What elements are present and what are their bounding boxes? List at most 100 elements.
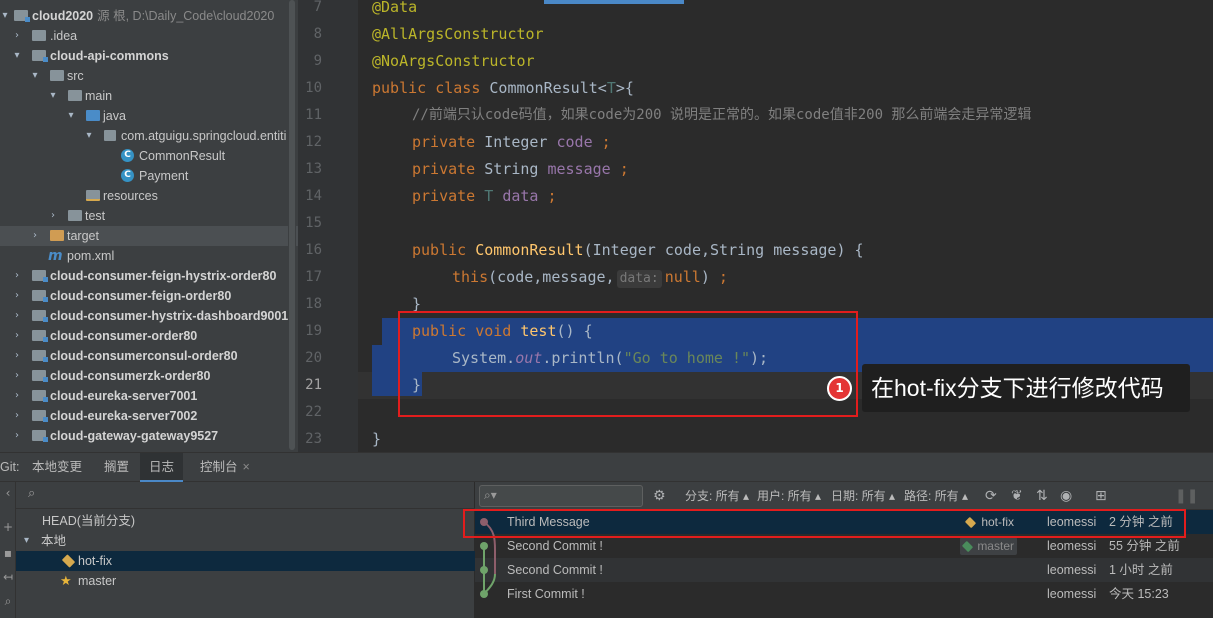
folder-icon (50, 70, 64, 81)
tree-item-module[interactable]: › cloud-consumerzk-order80 (0, 366, 298, 386)
branch-item-master[interactable]: ★ master (16, 571, 475, 591)
module-folder-icon (14, 10, 30, 22)
search-icon[interactable]: ⌕ (2, 594, 14, 609)
class-icon: C (121, 149, 134, 162)
search-icon: ⌕ (28, 486, 36, 501)
tab-console[interactable]: 控制台 × (200, 453, 250, 482)
left-tool-strip: ‹ + ▪ ↤ ⌕ (0, 482, 16, 618)
class-icon: C (121, 169, 134, 182)
eye-icon[interactable]: ◉ (1060, 482, 1072, 510)
tree-root-cloud2020[interactable]: ▾ cloud2020 源 根, D:\Daily_Code\cloud2020 (0, 6, 298, 26)
tree-item-java[interactable]: ▾ java (0, 106, 298, 126)
resources-folder-icon (86, 190, 100, 201)
tag-icon (962, 540, 974, 553)
commit-row[interactable]: Second Commit ! leomessi 1 小时 之前 (475, 558, 1213, 582)
code-line-8: @AllArgsConstructor (372, 25, 544, 43)
code-line-10: public class CommonResult<T>{ (372, 79, 634, 97)
module-folder-icon (32, 50, 48, 62)
git-log-panel: ⌕▾ ⚙ 分支: 所有 ▴ 用户: 所有 ▴ 日期: 所有 ▴ 路径: 所有 ▴… (475, 482, 1213, 618)
log-toolbar: ⌕▾ ⚙ 分支: 所有 ▴ 用户: 所有 ▴ 日期: 所有 ▴ 路径: 所有 ▴… (475, 482, 1213, 510)
module-folder-icon (32, 370, 48, 382)
highlight-box-code (398, 311, 858, 417)
log-search-input[interactable]: ⌕▾ (479, 485, 643, 507)
editor-gutter: 7 8 9 10 11 12 13 14 15 16 17 18 19 20 2… (298, 0, 370, 452)
tree-item-module[interactable]: › cloud-consumer-feign-order80 (0, 286, 298, 306)
commit-row[interactable]: First Commit ! leomessi 今天 15:23 (475, 582, 1213, 606)
chevron-left-icon[interactable]: ‹ (2, 486, 14, 500)
folder-icon (32, 30, 46, 41)
cherry-pick-icon[interactable]: ❦ (1011, 482, 1023, 510)
filter-date[interactable]: 日期: 所有 ▴ (831, 482, 895, 510)
tree-item-module[interactable]: › cloud-gateway-gateway9527 (0, 426, 298, 446)
arrow-left-icon[interactable]: ↤ (2, 570, 14, 584)
tab-shelf[interactable]: 搁置 (104, 453, 129, 482)
tree-item-module[interactable]: › cloud-eureka-server7002 (0, 406, 298, 426)
module-folder-icon (32, 390, 48, 402)
tree-item-test[interactable]: › test (0, 206, 298, 226)
close-icon[interactable]: × (243, 460, 250, 474)
refresh-icon[interactable]: ⟳ (985, 482, 997, 510)
branch-item-hot-fix[interactable]: hot-fix (16, 551, 475, 571)
tree-item-commonresult[interactable]: C CommonResult (0, 146, 298, 166)
tree-item-idea[interactable]: › .idea (0, 26, 298, 46)
branch-search-input[interactable]: ⌕ (16, 482, 475, 509)
code-line-11: //前端只认code码值，如果code为200 说明是正常的。如果code值非2… (412, 107, 1032, 123)
tree-item-module[interactable]: › cloud-consumer-hystrix-dashboard9001 (0, 306, 298, 326)
source-folder-icon (86, 110, 100, 121)
sort-icon[interactable]: ⇅ (1036, 482, 1048, 510)
tree-item-module[interactable]: › cloud-consumer-feign-hystrix-order80 (0, 266, 298, 286)
chevron-down-icon[interactable]: ▾ (24, 531, 29, 551)
maven-icon: m (48, 248, 63, 264)
tree-item-module[interactable]: › cloud-consumerconsul-order80 (0, 346, 298, 366)
pause-icon[interactable]: ❚❚ (1175, 482, 1198, 510)
graph-options-icon[interactable]: ⊞ (1095, 482, 1107, 510)
module-folder-icon (32, 310, 48, 322)
chevron-down-icon[interactable]: ▾ (0, 6, 10, 26)
code-line-9: @NoArgsConstructor (372, 52, 535, 70)
tree-item-cloud-api-commons[interactable]: ▾ cloud-api-commons (0, 46, 298, 66)
tab-log[interactable]: 日志 (140, 453, 184, 482)
tree-item-target[interactable]: › target (0, 226, 298, 246)
annotation-callout: 在hot-fix分支下进行修改代码 (862, 364, 1190, 412)
ref-label-master: master (960, 537, 1017, 555)
tree-item-package[interactable]: ▾ com.atguigu.springcloud.entiti (0, 126, 298, 146)
tab-local-changes[interactable]: 本地变更 (32, 453, 82, 482)
tree-scrollbar[interactable] (288, 0, 296, 452)
tree-item-module[interactable]: › cloud-eureka-server7001 (0, 386, 298, 406)
star-icon: ★ (60, 573, 72, 588)
branch-head[interactable]: HEAD(当前分支) (16, 511, 475, 531)
package-icon (104, 130, 116, 141)
module-folder-icon (32, 350, 48, 362)
module-folder-icon (32, 410, 48, 422)
filter-path[interactable]: 路径: 所有 ▴ (904, 482, 968, 510)
tree-item-pom[interactable]: m pom.xml (0, 246, 298, 266)
commit-node (480, 542, 488, 550)
tree-item-resources[interactable]: resources (0, 186, 298, 206)
search-icon: ⌕▾ (484, 488, 497, 502)
branches-panel: ⌕ HEAD(当前分支) ▾ 本地 hot-fix ★ master (16, 482, 475, 618)
tree-item-payment[interactable]: C Payment (0, 166, 298, 186)
active-tab-indicator (544, 0, 684, 4)
tree-item-main[interactable]: ▾ main (0, 86, 298, 106)
tree-item-src[interactable]: ▾ src (0, 66, 298, 86)
module-folder-icon (32, 430, 48, 442)
code-line-23: } (372, 430, 382, 448)
filter-user[interactable]: 用户: 所有 ▴ (757, 482, 821, 510)
git-prefix-label: Git: (0, 460, 20, 474)
branch-group-local[interactable]: ▾ 本地 (16, 531, 475, 551)
step-badge: 1 (827, 376, 852, 401)
code-line-17: this(code,message, data: null) ; (452, 268, 728, 288)
commit-node (480, 566, 488, 574)
plus-icon[interactable]: + (2, 520, 14, 534)
commit-node (480, 590, 488, 598)
parameter-hint: data: (616, 270, 662, 288)
tree-root-label: cloud2020 源 根, D:\Daily_Code\cloud2020 (32, 9, 275, 23)
folder-icon (68, 90, 82, 101)
delete-icon[interactable]: ▪ (2, 546, 14, 560)
filter-branch[interactable]: 分支: 所有 ▴ (685, 482, 749, 510)
tree-item-module[interactable]: › cloud-consumer-order80 (0, 326, 298, 346)
gear-icon[interactable]: ⚙ (653, 482, 666, 510)
code-line-7: @Data (372, 0, 418, 16)
highlight-box-log (463, 509, 1186, 538)
code-line-16: public CommonResult(Integer code,String … (412, 241, 864, 259)
